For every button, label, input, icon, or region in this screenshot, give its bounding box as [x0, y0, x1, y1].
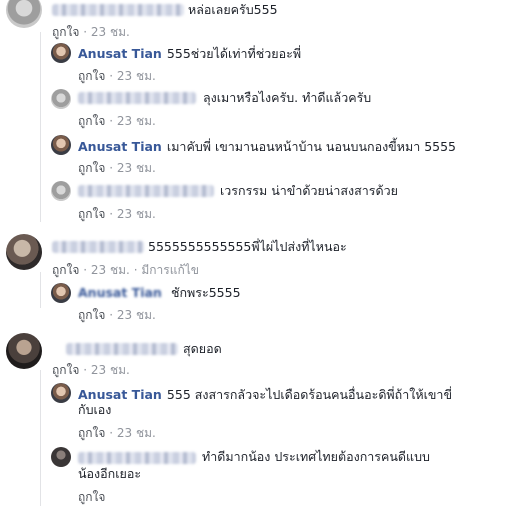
comment-meta: ถูกใจ — [78, 488, 105, 507]
like-link[interactable]: ถูกใจ — [78, 114, 105, 128]
comment-text: หล่อเลยครับ555 — [188, 2, 278, 17]
meta-separator: · — [109, 308, 114, 322]
timestamp[interactable]: 23 ชม. — [117, 308, 156, 322]
timestamp[interactable]: 23 ชม. — [117, 161, 156, 175]
timestamp[interactable]: 23 ชม. — [91, 25, 130, 39]
meta-separator: · — [109, 426, 114, 440]
avatar[interactable] — [51, 283, 71, 303]
comment-meta: ถูกใจ · 23 ชม. — [78, 424, 156, 443]
author-name[interactable]: Anusat Tian — [78, 139, 162, 154]
comment-text: 555 สงสารกลัวจะไปเดือดร้อนคนอื่นอะดิพี่ถ… — [166, 387, 452, 402]
meta-separator: · — [83, 25, 88, 39]
like-link[interactable]: ถูกใจ — [78, 69, 105, 83]
reply-body: Anusat Tian 555 สงสารกลัวจะไปเดือดร้อนคน… — [78, 384, 452, 403]
author-name[interactable]: Anusat Tian — [78, 46, 162, 61]
like-link[interactable]: ถูกใจ — [78, 161, 105, 175]
timestamp[interactable]: 23 ชม. — [91, 363, 130, 377]
thread-line — [40, 370, 41, 506]
author-name-blurred[interactable] — [66, 343, 178, 355]
thread-line — [40, 272, 41, 308]
like-link[interactable]: ถูกใจ — [52, 25, 79, 39]
like-link[interactable]: ถูกใจ — [78, 426, 105, 440]
like-link[interactable]: ถูกใจ — [52, 263, 79, 277]
meta-separator: · — [83, 363, 88, 377]
like-link[interactable]: ถูกใจ — [78, 308, 105, 322]
timestamp[interactable]: 23 ชม. — [117, 69, 156, 83]
comment-meta: ถูกใจ · 23 ชม. · มีการแก้ไข — [52, 261, 199, 280]
edited-label[interactable]: มีการแก้ไข — [141, 263, 199, 277]
avatar[interactable] — [51, 89, 71, 109]
avatar[interactable] — [51, 383, 71, 403]
author-name[interactable]: Anusat Tian — [78, 387, 162, 402]
avatar[interactable] — [51, 447, 71, 467]
comment-meta: ถูกใจ · 23 ชม. — [78, 159, 156, 178]
avatar[interactable] — [6, 333, 42, 369]
author-name-blurred[interactable] — [52, 241, 144, 253]
like-link[interactable]: ถูกใจ — [78, 490, 105, 504]
author-name-blurred[interactable] — [78, 452, 196, 464]
meta-separator: · — [109, 161, 114, 175]
author-name[interactable]: Anusat Tian — [78, 285, 162, 300]
reply-body: Anusat Tian 555ช่วยได้เท่าที่ช่วยอะพี่ — [78, 43, 301, 62]
comment-meta: ถูกใจ · 23 ชม. — [78, 306, 156, 325]
author-name-blurred[interactable] — [52, 4, 184, 16]
like-link[interactable]: ถูกใจ — [52, 363, 79, 377]
meta-separator: · — [133, 263, 138, 277]
avatar[interactable] — [51, 181, 71, 201]
avatar[interactable] — [6, 234, 42, 270]
avatar[interactable] — [51, 43, 71, 63]
comment-text: เมาคับพี่ เขามานอนหน้าบ้าน นอนบนกองขี้หม… — [166, 139, 457, 154]
reply-body: Anusat Tian เมาคับพี่ เขามานอนหน้าบ้าน น… — [78, 136, 456, 155]
comment-text-continued: กับเอง — [78, 402, 112, 417]
avatar[interactable] — [6, 0, 42, 28]
comment-meta: ถูกใจ · 23 ชม. — [52, 361, 130, 380]
timestamp[interactable]: 23 ชม. — [117, 114, 156, 128]
comment-meta: ถูกใจ · 23 ชม. — [52, 23, 130, 42]
comment-text: 5555555555555พี่ไผ่ไปส่งที่ไหนอะ — [148, 239, 347, 254]
meta-separator: · — [109, 114, 114, 128]
comment-text: ชักพระ5555 — [171, 285, 241, 300]
timestamp[interactable]: 23 ชม. — [117, 207, 156, 221]
comment-text: เวรกรรม น่าขำด้วยน่าสงสารด้วย — [220, 183, 398, 198]
meta-separator: · — [109, 207, 114, 221]
comment-text: ทำดีมากน้อง ประเทศไทยต้องการคนดีแบบ — [202, 449, 430, 464]
comment-meta: ถูกใจ · 23 ชม. — [78, 205, 156, 224]
timestamp[interactable]: 23 ชม. — [91, 263, 130, 277]
comment-meta: ถูกใจ · 23 ชม. — [78, 112, 156, 131]
like-link[interactable]: ถูกใจ — [78, 207, 105, 221]
thread-line — [40, 32, 41, 222]
comment-text: 555ช่วยได้เท่าที่ช่วยอะพี่ — [166, 46, 302, 61]
meta-separator: · — [83, 263, 88, 277]
comment-text: สุดยอด — [183, 341, 222, 356]
meta-separator: · — [109, 69, 114, 83]
comment-meta: ถูกใจ · 23 ชม. — [78, 67, 156, 86]
comment-text-continued: น้องอีกเยอะ — [78, 466, 142, 481]
author-name-blurred[interactable] — [78, 185, 214, 197]
comment-text: ลุงเมาหรือไงครับ. ทำดีแล้วครับ — [203, 90, 372, 105]
avatar[interactable] — [51, 135, 71, 155]
timestamp[interactable]: 23 ชม. — [117, 426, 156, 440]
author-name-blurred[interactable] — [78, 92, 196, 104]
